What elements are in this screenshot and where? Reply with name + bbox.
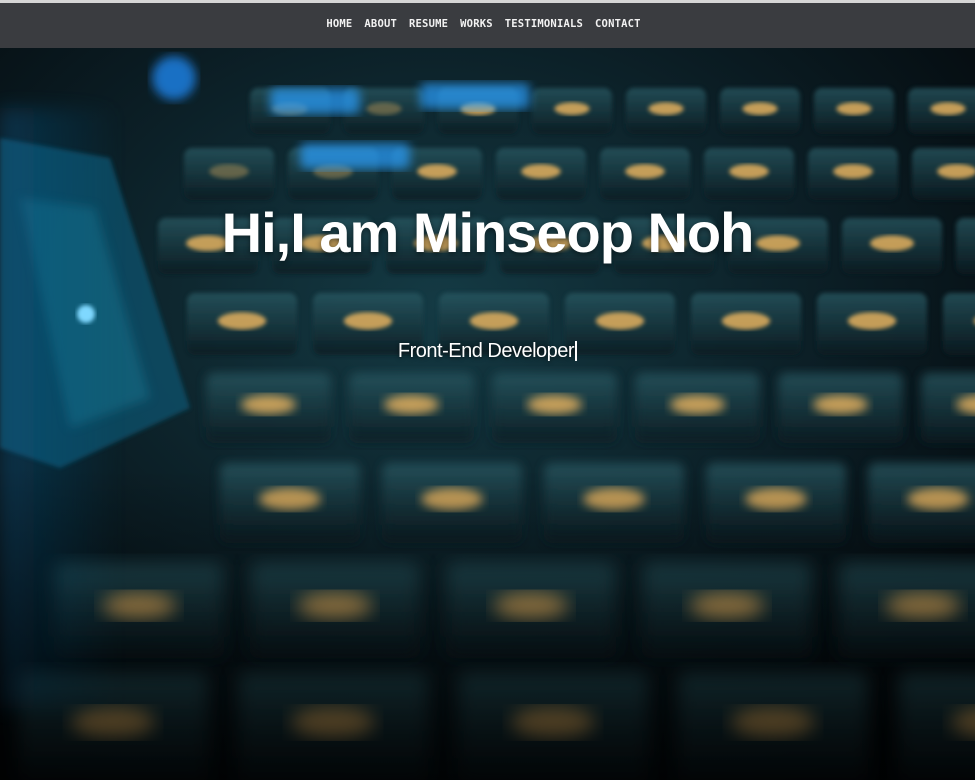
- hero-title: Hi,I am Minseop Noh: [221, 201, 755, 264]
- key-backlight: [721, 312, 771, 330]
- key-backlight: [836, 102, 872, 116]
- key-backlight: [648, 102, 684, 116]
- key-backlight: [729, 164, 769, 179]
- key-backlight: [343, 312, 393, 330]
- key-backlight: [527, 394, 582, 415]
- typing-cursor: [575, 341, 578, 361]
- key-backlight: [742, 102, 778, 116]
- nav-home-link[interactable]: HOME: [326, 18, 352, 30]
- key-backlight: [521, 164, 561, 179]
- keyboard-background-image: [0, 48, 975, 780]
- key-backlight: [847, 312, 897, 330]
- key-backlight: [625, 164, 665, 179]
- key-backlight: [813, 394, 868, 415]
- hero-subtitle: Front-End Developer: [0, 340, 975, 363]
- top-navigation-bar: HOME ABOUT RESUME WORKS TESTIMONIALS CON…: [0, 0, 975, 48]
- blue-lit-key: [300, 143, 410, 169]
- main-nav: HOME ABOUT RESUME WORKS TESTIMONIALS CON…: [326, 18, 640, 30]
- key-backlight: [217, 312, 267, 330]
- key-backlight: [833, 164, 873, 179]
- blue-lit-key: [420, 83, 530, 109]
- nav-testimonials-link[interactable]: TESTIMONIALS: [505, 18, 583, 30]
- key-backlight: [930, 102, 966, 116]
- key-backlight: [241, 394, 296, 415]
- key-backlight: [937, 164, 975, 179]
- key-backlight: [469, 312, 519, 330]
- hero-section: Hi,I am Minseop Noh Front-End Developer: [0, 48, 975, 780]
- key-backlight: [595, 312, 645, 330]
- key-backlight: [670, 394, 725, 415]
- key-backlight: [417, 164, 457, 179]
- nav-resume-link[interactable]: RESUME: [409, 18, 448, 30]
- key-backlight: [209, 164, 249, 179]
- blue-lit-key: [270, 88, 360, 114]
- key-backlight: [554, 102, 590, 116]
- key-backlight: [366, 102, 402, 116]
- hero-subtitle-text: Front-End Developer: [397, 340, 575, 362]
- nav-works-link[interactable]: WORKS: [460, 18, 493, 30]
- nav-about-link[interactable]: ABOUT: [364, 18, 397, 30]
- nav-contact-link[interactable]: CONTACT: [595, 18, 641, 30]
- key-backlight: [384, 394, 439, 415]
